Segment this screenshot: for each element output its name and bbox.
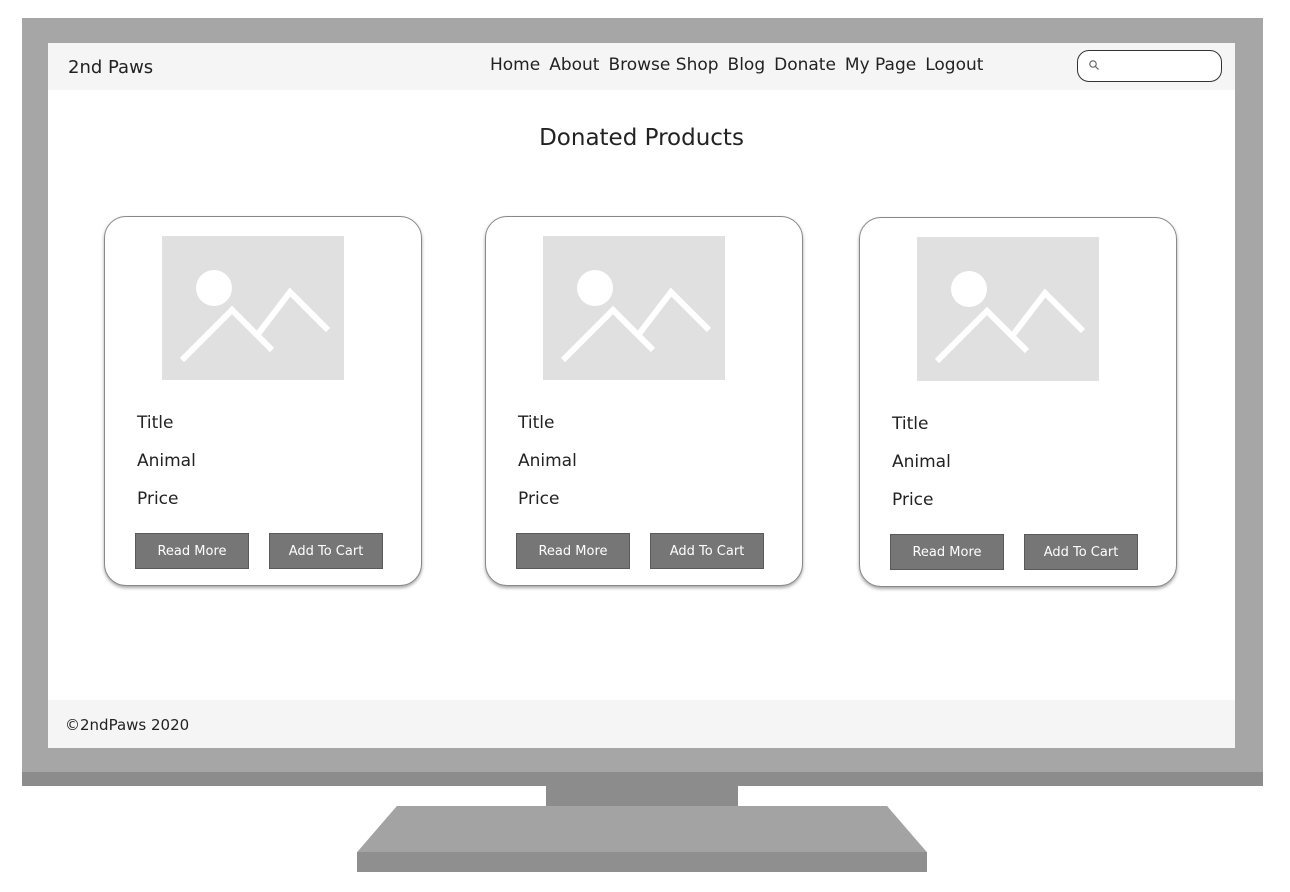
image-placeholder-icon <box>560 270 712 363</box>
read-more-button[interactable]: Read More <box>516 533 630 569</box>
search-icon <box>1089 60 1099 70</box>
add-to-cart-button[interactable]: Add To Cart <box>1024 534 1138 570</box>
product-animal: Animal <box>892 452 951 472</box>
product-animal: Animal <box>518 451 577 471</box>
monitor-stand-base-edge <box>357 852 927 872</box>
browser-screen: 2nd Paws Home About Browse Shop Blog Don… <box>48 43 1235 748</box>
nav-link-donate[interactable]: Donate <box>774 55 836 75</box>
image-placeholder-icon <box>934 271 1086 364</box>
nav-link-logout[interactable]: Logout <box>925 55 983 75</box>
image-placeholder-icon <box>162 236 344 380</box>
footer-copyright: ©2ndPaws 2020 <box>65 716 190 734</box>
product-card: Title Animal Price Read More Add To Cart <box>485 216 803 586</box>
product-title: Title <box>518 413 555 433</box>
nav-link-browse-shop[interactable]: Browse Shop <box>608 55 718 75</box>
search-box[interactable] <box>1077 50 1222 82</box>
read-more-button[interactable]: Read More <box>890 534 1004 570</box>
page-title: Donated Products <box>539 125 744 151</box>
product-price: Price <box>892 490 934 510</box>
brand-logo[interactable]: 2nd Paws <box>68 57 153 78</box>
add-to-cart-button[interactable]: Add To Cart <box>650 533 764 569</box>
image-placeholder-icon <box>917 237 1099 381</box>
product-card: Title Animal Price Read More Add To Cart <box>859 217 1177 587</box>
footer: ©2ndPaws 2020 <box>48 700 1235 748</box>
image-placeholder-icon <box>179 270 331 363</box>
product-price: Price <box>137 489 179 509</box>
nav-link-blog[interactable]: Blog <box>728 55 766 75</box>
product-card: Title Animal Price Read More Add To Cart <box>104 216 422 586</box>
image-placeholder-icon <box>543 236 725 380</box>
search-input[interactable] <box>1104 55 1218 79</box>
nav-link-my-page[interactable]: My Page <box>845 55 916 75</box>
product-title: Title <box>892 414 929 434</box>
read-more-button[interactable]: Read More <box>135 533 249 569</box>
nav-links: Home About Browse Shop Blog Donate My Pa… <box>490 55 983 75</box>
product-title: Title <box>137 413 174 433</box>
navbar: 2nd Paws Home About Browse Shop Blog Don… <box>48 43 1235 90</box>
product-price: Price <box>518 489 560 509</box>
product-animal: Animal <box>137 451 196 471</box>
nav-link-about[interactable]: About <box>549 55 599 75</box>
monitor-chin <box>22 772 1263 786</box>
add-to-cart-button[interactable]: Add To Cart <box>269 533 383 569</box>
nav-link-home[interactable]: Home <box>490 55 540 75</box>
